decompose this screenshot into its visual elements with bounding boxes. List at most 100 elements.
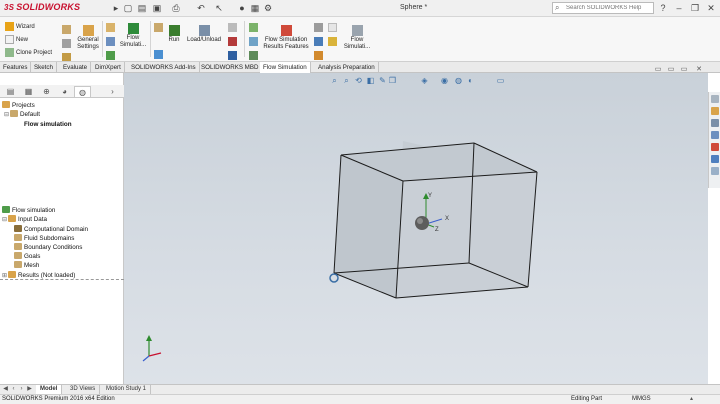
tree-node-mesh[interactable]: Mesh [14, 261, 39, 270]
configuration-manager-tab-icon[interactable]: ⊕ [38, 86, 55, 97]
design-library-icon[interactable] [711, 119, 719, 127]
viewport-close-icon[interactable]: ✕ [694, 66, 704, 74]
appearances-icon[interactable] [711, 143, 719, 151]
flow-simulation-tab-icon[interactable]: ◍ [74, 86, 91, 97]
tab-evaluate[interactable]: Evaluate [60, 62, 92, 73]
feature-manager-tab-icon[interactable]: ▤ [2, 86, 19, 97]
flow-simulation-2-button[interactable]: Flow Simulati... [340, 25, 374, 51]
solidworks-logo[interactable]: 3S SOLIDWORKS [4, 2, 80, 12]
close-icon[interactable]: ✕ [704, 1, 718, 15]
tree-node-boundary-conditions[interactable]: Boundary Conditions [14, 243, 82, 252]
chevron-right-icon[interactable]: ▸ [110, 2, 122, 14]
tree-node-fluid-subdomains[interactable]: Fluid Subdomains [14, 234, 74, 243]
zoom-to-fit-icon[interactable]: ⌕ [330, 76, 339, 85]
tab-solidworks-add-ins[interactable]: SOLIDWORKS Add-Ins [128, 62, 200, 73]
search-box[interactable]: ⌕ [552, 2, 654, 14]
rebuild-icon[interactable]: ● [236, 2, 248, 14]
display-style-icon[interactable]: ◈ [420, 76, 429, 85]
tool-p-button[interactable] [328, 37, 339, 46]
tree-node-flow-simulation-project[interactable]: Flow simulation [24, 120, 72, 129]
side-tool-2[interactable] [62, 39, 73, 48]
new-project-button[interactable]: New [5, 35, 28, 44]
apply-scene-icon[interactable]: ◐ [466, 76, 475, 85]
tree-node-input-data[interactable]: ⊟ Input Data [2, 215, 47, 224]
tool-c-button[interactable] [106, 51, 117, 60]
tool-g-button[interactable] [228, 37, 239, 46]
viewport-restore-icon[interactable]: ▭ [653, 66, 663, 74]
general-settings-button[interactable]: General Settings [76, 25, 100, 51]
dynamic-annotation-icon[interactable]: ✎ [378, 76, 387, 85]
home-icon[interactable] [711, 95, 719, 103]
tool-h-button[interactable] [228, 51, 239, 60]
save-icon[interactable]: ▣ [151, 2, 163, 14]
new-document-icon[interactable]: ▢ [122, 2, 134, 14]
zoom-to-area-icon[interactable]: ⌕ [342, 76, 351, 85]
options-gear-icon[interactable]: ⚙ [262, 2, 274, 14]
view-settings-icon[interactable]: ▭ [496, 76, 505, 85]
tab-flow-simulation[interactable]: Flow Simulation [260, 62, 311, 73]
tab-features[interactable]: Features [0, 62, 32, 73]
tree-node-flow-simulation-root[interactable]: Flow simulation [2, 206, 55, 215]
tree-node-computational-domain[interactable]: Computational Domain [14, 225, 88, 234]
file-explorer-icon[interactable] [711, 131, 719, 139]
property-manager-tab-icon[interactable]: ▦ [20, 86, 37, 97]
edit-appearance-icon[interactable]: ◍ [454, 76, 463, 85]
flow-simulation-button[interactable]: Flow Simulati... [119, 23, 147, 49]
tool-a-button[interactable] [106, 23, 117, 32]
viewport-tile-icon[interactable]: ▭ [666, 66, 676, 74]
open-folder-icon[interactable]: ▤ [136, 2, 148, 14]
tab-solidworks-mbd[interactable]: SOLIDWORKS MBD [198, 62, 263, 73]
tab-3d-views[interactable]: 3D Views [66, 385, 101, 394]
section-view-icon[interactable]: ◧ [366, 76, 375, 85]
hide-show-items-icon[interactable]: ◉ [440, 76, 449, 85]
tree-node-projects[interactable]: Projects [2, 101, 35, 110]
tool-l-button[interactable] [314, 23, 325, 32]
tool-i-button[interactable] [249, 23, 260, 32]
clone-project-button[interactable]: Clone Project [5, 48, 52, 57]
status-arrow-icon[interactable]: ▴ [690, 395, 693, 404]
tree-node-goals[interactable]: Goals [14, 252, 40, 261]
appearance-tab-icon[interactable]: ◕ [56, 86, 73, 97]
wizard-button[interactable]: Wizard [5, 22, 35, 31]
status-units[interactable]: MMGS [632, 395, 651, 404]
tab-sketch[interactable]: Sketch [31, 62, 57, 73]
minimize-icon[interactable]: – [672, 1, 686, 15]
tree-node-default[interactable]: ⊟ Default [4, 110, 40, 119]
viewport-maximize-icon[interactable]: ▭ [679, 66, 689, 74]
restore-icon[interactable]: ❐ [688, 1, 702, 15]
last-tab-icon[interactable]: ▶ [26, 385, 33, 394]
next-tab-icon[interactable]: › [18, 385, 25, 394]
tree-node-results[interactable]: ⊞ Results (Not loaded) [2, 271, 75, 280]
help-question-icon[interactable]: ? [656, 1, 670, 15]
tool-j-button[interactable] [249, 37, 260, 46]
tool-k-button[interactable] [249, 51, 260, 60]
tab-model[interactable]: Model [36, 385, 63, 394]
prev-tab-icon[interactable]: ‹ [10, 385, 17, 394]
select-arrow-icon[interactable]: ↖ [213, 2, 225, 14]
custom-properties-icon[interactable] [711, 155, 719, 163]
tool-m-button[interactable] [314, 37, 325, 46]
tool-o-button[interactable] [328, 23, 339, 32]
tool-b-button[interactable] [106, 37, 117, 46]
file-properties-icon[interactable]: ▦ [249, 2, 261, 14]
first-tab-icon[interactable]: ◀ [2, 385, 9, 394]
undo-icon[interactable]: ↶ [195, 2, 207, 14]
side-tool-1[interactable] [62, 25, 73, 34]
tool-e-button[interactable] [154, 50, 165, 59]
load-unload-button[interactable]: Load/Unload [186, 25, 222, 44]
tool-f-button[interactable] [228, 23, 239, 32]
panel-more-icon[interactable]: › [104, 86, 121, 97]
view-orientation-icon[interactable]: ❒ [388, 76, 397, 85]
graphics-viewport[interactable]: Y X Z [124, 73, 708, 384]
previous-view-icon[interactable]: ⟲ [354, 76, 363, 85]
search-input[interactable] [553, 3, 643, 13]
tab-analysis-preparation[interactable]: Analysis Preparation [315, 62, 379, 73]
run-button[interactable]: Run [164, 25, 184, 44]
forum-icon[interactable] [711, 167, 719, 175]
print-icon[interactable]: ⎙ [170, 2, 182, 14]
tab-motion-study-1[interactable]: Motion Study 1 [102, 385, 152, 394]
tool-n-button[interactable] [314, 51, 325, 60]
resources-icon[interactable] [711, 107, 719, 115]
tab-dimxpert[interactable]: DimXpert [92, 62, 125, 73]
results-features-button[interactable]: Flow Simulation Results Features [260, 25, 312, 51]
